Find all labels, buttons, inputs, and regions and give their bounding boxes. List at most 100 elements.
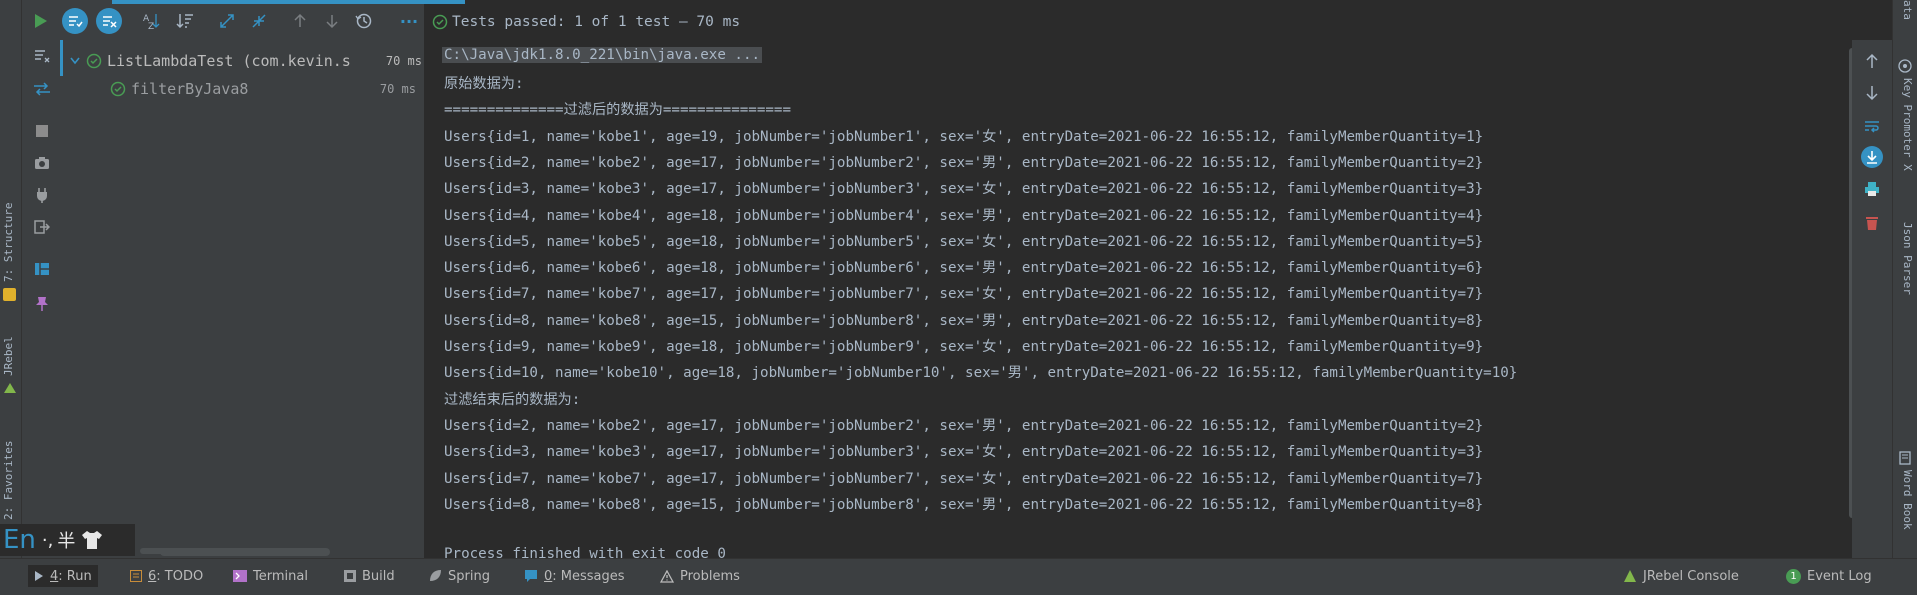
jrebel-tab[interactable]: JRebel (2, 336, 15, 376)
run-icon[interactable] (27, 8, 53, 34)
jrebel-icon (1623, 569, 1637, 583)
event-log-tab[interactable]: 1 Event Log (1786, 565, 1872, 587)
console-line: ==============过滤后的数据为=============== (444, 102, 792, 119)
chevron-down-icon[interactable] (70, 57, 82, 65)
tree-item-duration: 70 ms (385, 54, 422, 68)
console-line: Users{id=1, name='kobe1', age=19, jobNum… (444, 128, 1484, 145)
tool-tab-build[interactable]: Build (344, 565, 395, 587)
pin-icon[interactable] (31, 293, 53, 315)
tree-item-label: ListLambdaTest (com.kevin.s (107, 52, 351, 70)
tree-item-root[interactable]: ListLambdaTest (com.kevin.s 70 ms (60, 47, 424, 75)
console-line: Users{id=2, name='kobe2', age=17, jobNum… (444, 417, 1484, 434)
passed-check-icon (86, 53, 102, 69)
console-line: Users{id=5, name='kobe5', age=18, jobNum… (444, 233, 1484, 250)
ime-width: 半 (57, 531, 76, 552)
next-failed-icon[interactable] (319, 8, 345, 34)
tree-item-duration: 70 ms (379, 82, 416, 96)
tool-tab-spring[interactable]: Spring (428, 565, 490, 587)
prev-failed-icon[interactable] (287, 8, 313, 34)
console-line: 过滤结束后的数据为: (444, 391, 581, 408)
structure-icon (3, 288, 16, 301)
favorites-tab[interactable]: 2: Favorites (2, 441, 15, 520)
console-line: Users{id=7, name='kobe7', age=17, jobNum… (444, 470, 1484, 487)
print-icon[interactable] (1861, 178, 1883, 200)
svg-text:Z: Z (148, 22, 154, 30)
tool-tab-label: JRebel Console (1643, 568, 1739, 584)
word-book-tab[interactable]: Word Book (1901, 470, 1914, 530)
build-icon (344, 570, 356, 582)
key-promoter-icon (1898, 58, 1912, 73)
console-line: Users{id=8, name='kobe8', age=15, jobNum… (444, 312, 1484, 329)
console-output[interactable]: C:\Java\jdk1.8.0_221\bin\java.exe ... 原始… (424, 40, 1852, 558)
console-line: Users{id=8, name='kobe8', age=15, jobNum… (444, 496, 1484, 513)
expand-all-icon[interactable] (214, 8, 240, 34)
right-top-tab[interactable]: ata (1901, 0, 1914, 20)
show-passed-icon[interactable] (62, 8, 88, 34)
show-ignored-icon[interactable] (96, 8, 122, 34)
soft-wrap-icon[interactable] (1861, 116, 1883, 138)
console-line: Users{id=6, name='kobe6', age=18, jobNum… (444, 260, 1484, 277)
more-icon[interactable]: ··· (396, 8, 422, 34)
right-tool-strip: ata Key Promoter X Json Parser Word Book (1892, 0, 1917, 558)
camera-icon[interactable] (31, 152, 53, 174)
json-parser-tab[interactable]: Json Parser (1901, 222, 1914, 295)
tool-tab-label: Event Log (1807, 568, 1872, 584)
test-status-text: Tests passed: 1 of 1 test – 70 ms (452, 14, 741, 30)
exit-icon[interactable] (31, 216, 53, 238)
spring-icon (428, 569, 442, 583)
filter-icon[interactable] (31, 45, 53, 67)
console-command: C:\Java\jdk1.8.0_221\bin\java.exe ... (442, 47, 763, 63)
tool-tab-label: Problems (680, 568, 740, 584)
passed-check-icon (432, 14, 448, 30)
tool-tab-run[interactable]: 4: Run (28, 565, 98, 587)
panel-scrollbar[interactable] (140, 548, 275, 554)
run-icon (34, 571, 44, 581)
tool-tab-label: Terminal (253, 568, 308, 584)
arrow-up-icon[interactable] (1861, 50, 1883, 72)
test-progress-bar (112, 0, 465, 4)
console-line: Process finished with exit code 0 (444, 546, 726, 558)
passed-check-icon (110, 81, 126, 97)
plug-icon[interactable] (31, 184, 53, 206)
rerun-toggle-icon[interactable] (31, 78, 53, 100)
tool-tab-problems[interactable]: Problems (660, 565, 740, 587)
key-promoter-tab[interactable]: Key Promoter X (1901, 78, 1914, 171)
tree-item-label: filterByJava8 (131, 80, 249, 98)
tool-tab-label: Build (362, 568, 395, 584)
tool-tab-todo[interactable]: 6: TODO (130, 565, 203, 587)
status-bar: 4: Run 6: TODO Terminal Build Spring 0: … (0, 558, 1917, 595)
jrebel-console-tab[interactable]: JRebel Console (1623, 565, 1739, 587)
console-line: Users{id=2, name='kobe2', age=17, jobNum… (444, 154, 1484, 171)
left-tool-strip: 7: Structure JRebel 2: Favorites (0, 0, 22, 558)
tool-tab-label: : TODO (156, 568, 204, 584)
trash-icon[interactable] (1861, 212, 1883, 234)
run-side-toolbar (22, 40, 60, 558)
layout-icon[interactable] (31, 258, 53, 280)
console-line: Users{id=10, name='kobe10', age=18, jobN… (444, 365, 1518, 382)
tool-tab-number: 0 (544, 568, 553, 584)
console-line: 原始数据为: (444, 76, 524, 92)
ime-indicator[interactable]: En ·, 半 (0, 524, 135, 556)
console-line: Users{id=3, name='kobe3', age=17, jobNum… (444, 181, 1484, 198)
tree-item-child[interactable]: filterByJava8 70 ms (60, 75, 424, 103)
tool-tab-label: Spring (448, 568, 490, 584)
scroll-to-end-icon[interactable] (1861, 146, 1883, 168)
arrow-down-icon[interactable] (1861, 82, 1883, 104)
tool-tab-number: 4 (50, 568, 59, 584)
sort-alpha-icon[interactable]: AZ (138, 8, 164, 34)
sort-duration-icon[interactable] (172, 8, 198, 34)
tool-tab-terminal[interactable]: Terminal (233, 565, 308, 587)
tool-tab-label: : Run (58, 568, 92, 584)
shirt-icon (81, 530, 103, 550)
structure-tab[interactable]: 7: Structure (2, 203, 15, 282)
console-line: Users{id=4, name='kobe4', age=18, jobNum… (444, 207, 1484, 224)
jrebel-icon (3, 380, 17, 394)
console-line: Users{id=3, name='kobe3', age=17, jobNum… (444, 444, 1484, 461)
test-status: Tests passed: 1 of 1 test – 70 ms (432, 11, 740, 33)
run-toolbar: AZ ··· (22, 0, 424, 41)
stop-icon[interactable] (31, 120, 53, 142)
history-icon[interactable] (351, 8, 377, 34)
collapse-all-icon[interactable] (246, 8, 272, 34)
ime-punct: ·, (41, 529, 54, 551)
tool-tab-messages[interactable]: 0: Messages (524, 565, 625, 587)
